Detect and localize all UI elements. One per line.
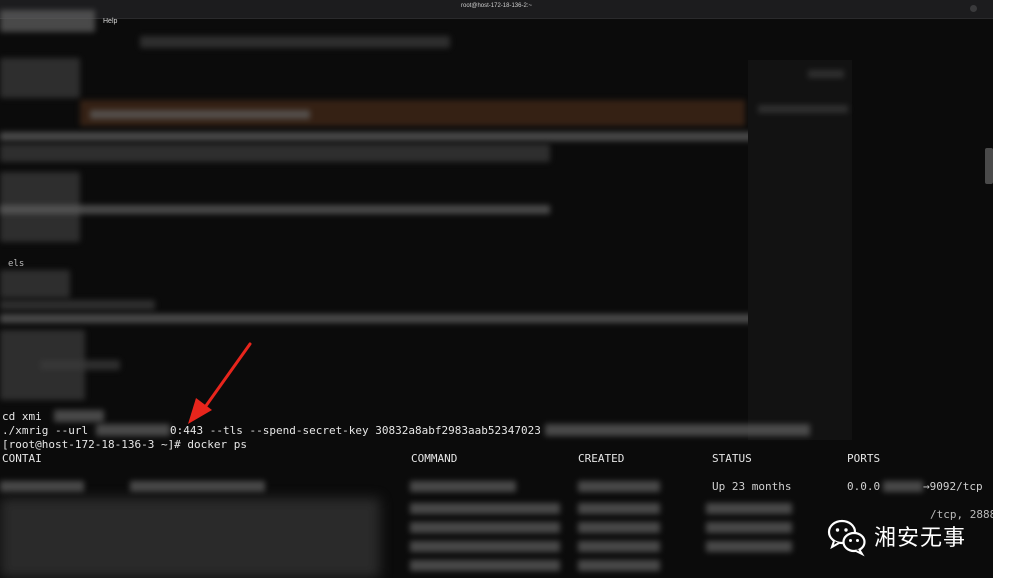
image-border	[0, 578, 1009, 582]
wechat-icon	[827, 519, 866, 557]
watermark: 湘安无事	[826, 512, 966, 560]
annotation-arrow	[188, 342, 252, 424]
watermark-text: 湘安无事	[874, 526, 967, 551]
terminal-window: root@host-172-18-136-2:~ Help els cd xmi…	[0, 0, 993, 578]
